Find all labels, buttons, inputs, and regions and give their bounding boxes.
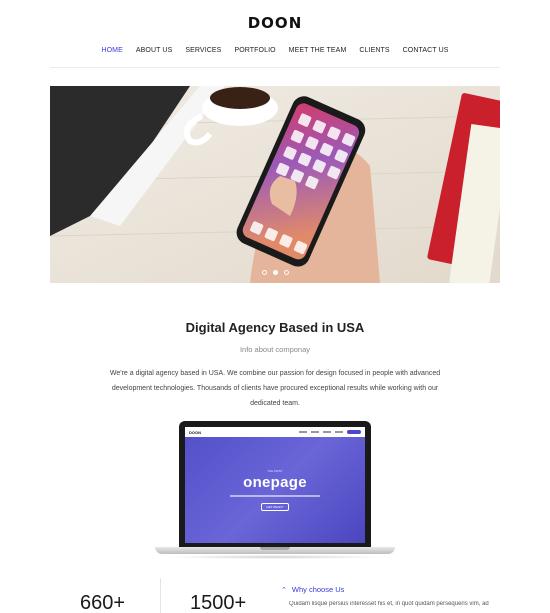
site-logo[interactable]: DOON bbox=[0, 14, 550, 32]
slider-dot-2[interactable] bbox=[272, 270, 278, 275]
nav-services[interactable]: SERVICES bbox=[185, 47, 221, 54]
slider-dot-1[interactable] bbox=[261, 270, 267, 275]
stat-value: 1500+ bbox=[190, 592, 247, 613]
nav-home[interactable]: HOME bbox=[101, 47, 122, 54]
mockup-hero: THE MOST onepage GET READY bbox=[185, 437, 365, 543]
nav-divider bbox=[50, 67, 500, 68]
why-choose-toggle[interactable]: ⌃ Why choose Us bbox=[281, 585, 344, 594]
slider-dot-3[interactable] bbox=[283, 270, 289, 275]
mockup-nav-link bbox=[299, 431, 307, 433]
nav-portfolio[interactable]: PORTFOLIO bbox=[234, 47, 275, 54]
mockup-header: DOON bbox=[185, 427, 365, 437]
main-nav: HOME ABOUT US SERVICES PORTFOLIO MEET TH… bbox=[0, 47, 550, 54]
laptop-shadow bbox=[165, 555, 385, 559]
slider-dots bbox=[50, 270, 500, 275]
hero-image bbox=[50, 86, 500, 283]
laptop-mockup: DOON THE MOST onepage GET READY bbox=[155, 421, 395, 561]
mockup-headline: onepage bbox=[243, 474, 307, 491]
section-title: Digital Agency Based in USA bbox=[185, 320, 365, 335]
laptop-notch bbox=[260, 547, 290, 550]
nav-clients[interactable]: CLIENTS bbox=[359, 47, 389, 54]
mockup-logo: DOON bbox=[189, 429, 201, 435]
why-choose-text: Quidam lisque persius interesset his et,… bbox=[289, 601, 489, 607]
mockup-description bbox=[230, 495, 320, 497]
laptop-screen: DOON THE MOST onepage GET READY bbox=[185, 427, 365, 543]
laptop-screen-frame: DOON THE MOST onepage GET READY bbox=[179, 421, 371, 547]
stats-divider bbox=[160, 578, 161, 613]
mockup-nav-link bbox=[323, 431, 331, 433]
section-subtitle: Info about componay bbox=[239, 345, 311, 354]
why-choose-label: Why choose Us bbox=[291, 585, 345, 594]
mockup-nav-link bbox=[335, 431, 343, 433]
hero-slider[interactable] bbox=[50, 86, 500, 283]
nav-contact-us[interactable]: CONTACT US bbox=[403, 47, 449, 54]
chevron-up-icon: ⌃ bbox=[281, 586, 287, 594]
mockup-nav-button bbox=[347, 430, 361, 434]
mockup-caption: THE MOST bbox=[267, 469, 283, 473]
mockup-cta: GET READY bbox=[261, 503, 289, 511]
stat-value: 660+ bbox=[80, 592, 126, 613]
nav-meet-the-team[interactable]: MEET THE TEAM bbox=[289, 47, 347, 54]
mockup-nav-link bbox=[311, 431, 319, 433]
nav-about-us[interactable]: ABOUT US bbox=[136, 47, 172, 54]
section-description: We're a digital agency based in USA. We … bbox=[109, 370, 441, 407]
